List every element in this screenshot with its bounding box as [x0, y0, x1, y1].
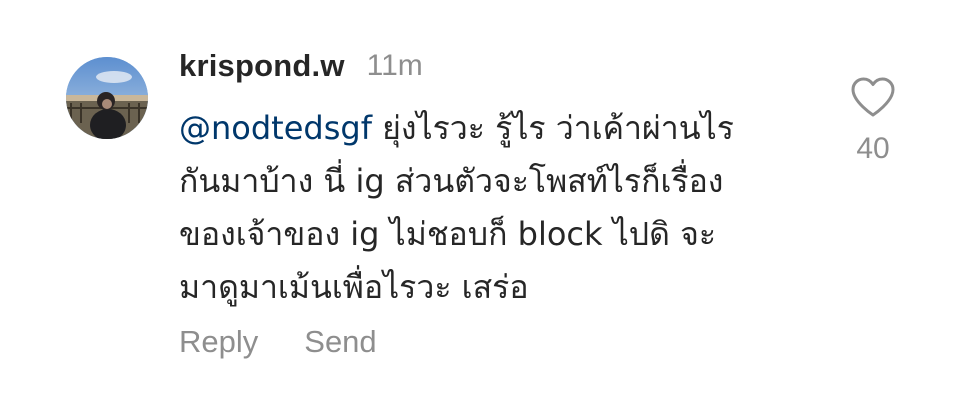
send-button[interactable]: Send	[304, 324, 376, 360]
comment-item: krispond.w 11m @nodtedsgf ยุ่งไรวะ รู้ไร…	[0, 0, 958, 407]
comment-line: @nodtedsgf ยุ่งไรวะ รู้ไร ว่าเค้าผ่านไร	[179, 102, 819, 155]
like-count: 40	[856, 132, 890, 165]
comment-actions: Reply Send	[179, 324, 377, 360]
avatar[interactable]	[66, 57, 148, 139]
comment-line: กันมาบ้าง นี่ ig ส่วนตัวจะโพสท์ไรก็เรื่อ…	[179, 162, 724, 200]
comment-header: krispond.w 11m	[179, 44, 423, 88]
like-control: 40	[848, 76, 898, 166]
comment-line: ของเจ้าของ ig ไม่ชอบก็ block ไปดิ จะ	[179, 215, 716, 253]
timestamp: 11m	[366, 49, 423, 82]
comment-text: @nodtedsgf ยุ่งไรวะ รู้ไร ว่าเค้าผ่านไร …	[179, 102, 819, 314]
avatar-photo	[66, 57, 148, 139]
mention-link[interactable]: @nodtedsgf	[179, 109, 372, 147]
heart-outline-icon[interactable]	[850, 76, 896, 122]
comment-line: มาดูมาเม้นเพื่อไรวะ เสร่อ	[179, 268, 529, 306]
username[interactable]: krispond.w	[179, 48, 345, 84]
comment-line-text: ยุ่งไรวะ รู้ไร ว่าเค้าผ่านไร	[382, 109, 734, 147]
reply-button[interactable]: Reply	[179, 324, 258, 360]
